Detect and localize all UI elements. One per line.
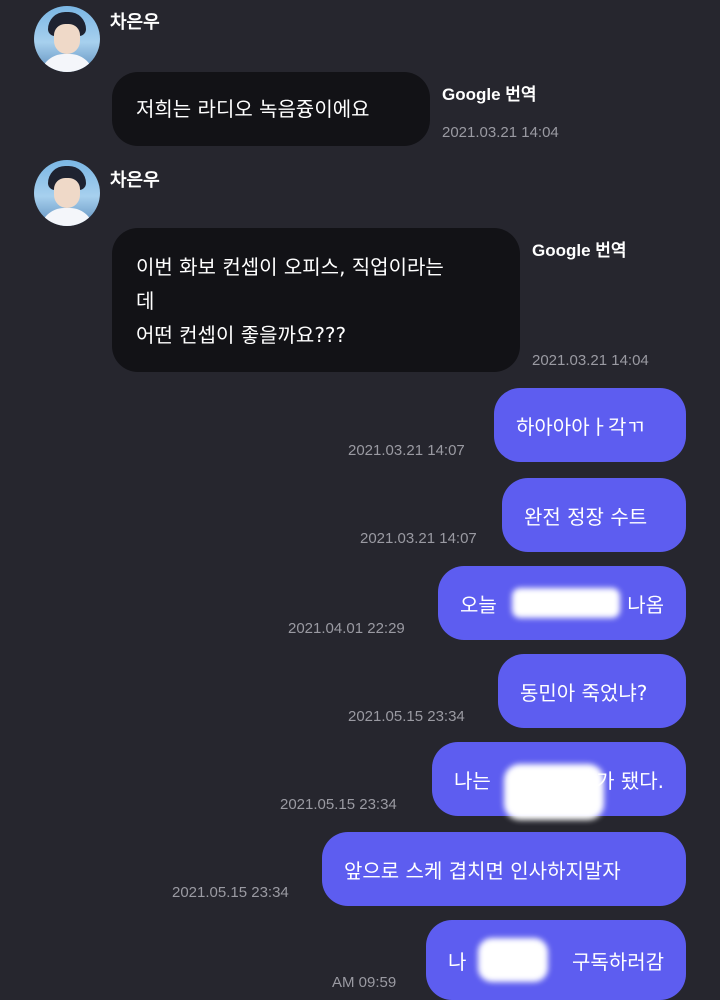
message-timestamp: 2021.03.21 14:04 [532, 352, 649, 369]
sender-avatar[interactable] [34, 160, 100, 226]
message-timestamp: 2021.05.15 23:34 [172, 884, 289, 901]
message-timestamp: 2021.03.21 14:07 [348, 442, 465, 459]
message-text-start: 오늘 [460, 592, 497, 617]
message-text-start: 나는 [454, 768, 491, 793]
avatar-shirt [40, 54, 94, 72]
outgoing-message-bubble[interactable]: 완전 정장 수트 [502, 478, 686, 552]
message-text: 동민아 죽었냐? [520, 680, 648, 705]
censor-blur [504, 764, 604, 820]
message-timestamp: 2021.04.01 22:29 [288, 620, 405, 637]
incoming-message-bubble[interactable]: 저희는 라디오 녹음즁이에요 [112, 72, 430, 146]
avatar-shirt [40, 208, 94, 226]
message-timestamp: 2021.03.21 14:07 [360, 530, 477, 547]
google-translate-link[interactable]: Google 번역 [442, 80, 537, 105]
outgoing-message-bubble[interactable]: 앞으로 스케 겹치면 인사하지말자 [322, 832, 686, 906]
avatar-face [54, 24, 80, 54]
avatar-face [54, 178, 80, 208]
message-text: 완전 정장 수트 [524, 504, 648, 529]
message-text-end: 나옴 [627, 592, 664, 617]
outgoing-message-bubble[interactable]: 동민아 죽었냐? [498, 654, 686, 728]
message-text-start: 나 [448, 950, 467, 974]
message-text-end: 구독하러감 [572, 950, 664, 974]
incoming-message-bubble[interactable]: 이번 화보 컨셉이 오피스, 직업이라는 데 어떤 컨셉이 좋을까요??? [112, 228, 520, 372]
message-timestamp: 2021.05.15 23:34 [280, 796, 397, 813]
message-text: 하아아아ㅏ각ㄲ [516, 414, 645, 439]
message-text: 앞으로 스케 겹치면 인사하지말자 [344, 858, 621, 883]
outgoing-message-bubble[interactable]: 나 구독하러감 [426, 920, 686, 1000]
message-timestamp: AM 09:59 [332, 974, 397, 991]
message-text-line: 데 [136, 289, 155, 313]
sender-name: 차은우 [110, 12, 160, 33]
message-text: 저희는 라디오 녹음즁이에요 [136, 97, 370, 121]
google-translate-link[interactable]: Google 번역 [532, 236, 627, 261]
message-timestamp: 2021.05.15 23:34 [348, 708, 465, 725]
sender-name: 차은우 [110, 170, 160, 191]
message-timestamp: 2021.03.21 14:04 [442, 124, 559, 141]
message-text-line: 이번 화보 컨셉이 오피스, 직업이라는 [136, 255, 444, 279]
message-text-line: 어떤 컨셉이 좋을까요??? [136, 323, 347, 347]
sender-avatar[interactable] [34, 6, 100, 72]
censor-blur [478, 938, 548, 982]
censor-blur [512, 588, 620, 618]
outgoing-message-bubble[interactable]: 하아아아ㅏ각ㄲ [494, 388, 686, 462]
